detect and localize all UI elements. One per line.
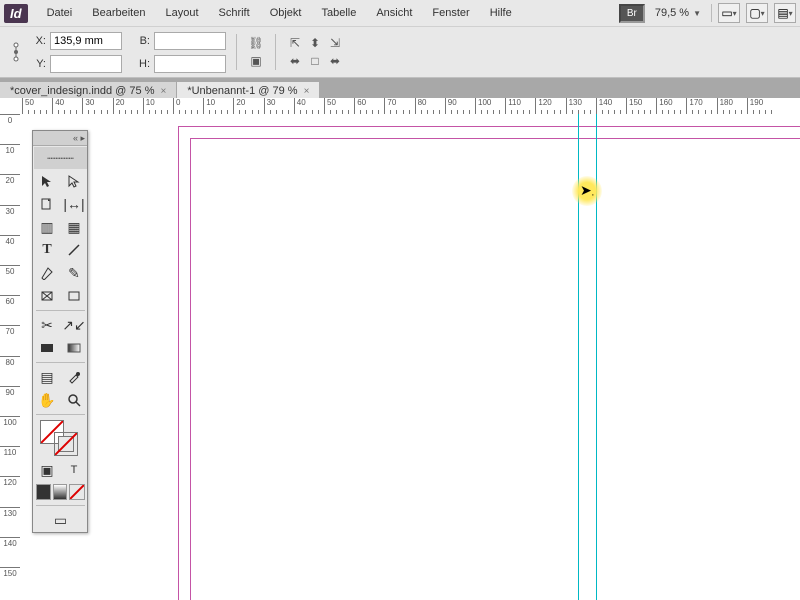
color-mode-row	[34, 482, 87, 502]
line-tool-icon[interactable]	[61, 239, 87, 261]
constrain-proportions-icon[interactable]: ⛓	[247, 35, 265, 51]
h-label: H:	[132, 58, 152, 70]
arrange-documents-icon[interactable]: ▤▾	[774, 3, 796, 23]
menu-schrift[interactable]: Schrift	[210, 3, 259, 23]
apply-color-icon[interactable]	[36, 484, 51, 500]
hand-tool-icon[interactable]: ✋	[34, 389, 60, 411]
horizontal-ruler[interactable]: 5040302010010203040506070809010011012013…	[20, 98, 800, 115]
frame-fit-options-icon[interactable]: ▣	[247, 53, 265, 69]
document-tabs: *cover_indesign.indd @ 75 % × *Unbenannt…	[0, 78, 800, 100]
menu-ansicht[interactable]: Ansicht	[367, 3, 421, 23]
reference-point-icon[interactable]	[8, 40, 24, 64]
align-panel-icon-5[interactable]: □	[306, 53, 324, 69]
formatting-text-icon[interactable]: T	[61, 459, 87, 481]
toolbox: « ▸ ┈┈┈┈ |↔| ▥ ▦ T ✎ ✂ ↗↙ ▤ ✋ ▣ T	[32, 130, 88, 533]
note-tool-icon[interactable]: ▤	[34, 366, 60, 388]
gradient-swatch-tool-icon[interactable]	[34, 337, 60, 359]
free-transform-tool-icon[interactable]: ↗↙	[61, 314, 87, 336]
zoom-tool-icon[interactable]	[61, 389, 87, 411]
tab-label: *cover_indesign.indd @ 75 %	[10, 85, 154, 97]
pen-tool-icon[interactable]	[34, 262, 60, 284]
tab-label: *Unbenannt-1 @ 79 %	[187, 85, 297, 97]
chevron-down-icon: ▼	[693, 9, 701, 18]
close-icon[interactable]: ×	[160, 86, 166, 97]
zoom-dropdown[interactable]: 79,5 % ▼	[651, 5, 705, 21]
view-options-icon[interactable]: ▭▾	[718, 3, 740, 23]
w-input[interactable]	[154, 32, 226, 50]
canvas-area[interactable]: ➤,	[20, 114, 800, 600]
rectangle-frame-tool-icon[interactable]	[34, 285, 60, 307]
align-panel-icon-2[interactable]: ⬍	[306, 35, 324, 51]
menu-bearbeiten[interactable]: Bearbeiten	[83, 3, 154, 23]
close-icon[interactable]: ×	[304, 86, 310, 97]
ruler-origin[interactable]	[0, 98, 21, 115]
apply-none-icon[interactable]	[69, 484, 85, 500]
apply-gradient-icon[interactable]	[53, 484, 68, 500]
bridge-button[interactable]: Br	[619, 4, 645, 23]
scissors-tool-icon[interactable]: ✂	[34, 314, 60, 336]
w-label: B:	[132, 35, 152, 47]
toolbox-grip[interactable]: ┈┈┈┈	[34, 147, 87, 169]
page-inner-margin-guide	[190, 138, 800, 600]
menu-layout[interactable]: Layout	[156, 3, 207, 23]
pencil-tool-icon[interactable]: ✎	[61, 262, 87, 284]
menu-tabelle[interactable]: Tabelle	[312, 3, 365, 23]
control-bar: X: Y: B: H: ⛓ ▣ ⇱ ⬍ ⇲ ⬌ □ ⬌	[0, 26, 800, 78]
content-placer-tool-icon[interactable]: ▦	[61, 216, 87, 238]
direct-selection-tool-icon[interactable]	[61, 170, 87, 192]
vertical-ruler[interactable]: 0102030405060708090100110120130140150	[0, 114, 21, 600]
app-badge: Id	[4, 4, 28, 23]
view-mode-icon[interactable]: ▭	[34, 509, 87, 531]
mouse-highlight	[572, 176, 602, 206]
eyedropper-tool-icon[interactable]	[61, 366, 87, 388]
x-input[interactable]	[50, 32, 122, 50]
gap-tool-icon[interactable]: |↔|	[61, 193, 87, 215]
align-panel-icon-6[interactable]: ⬌	[326, 53, 344, 69]
content-collector-tool-icon[interactable]: ▥	[34, 216, 60, 238]
page-tool-icon[interactable]	[34, 193, 60, 215]
fill-stroke-swatch[interactable]	[34, 418, 87, 458]
selection-tool-icon[interactable]	[34, 170, 60, 192]
formatting-container-icon[interactable]: ▣	[34, 459, 60, 481]
y-label: Y:	[28, 58, 48, 70]
menu-fenster[interactable]: Fenster	[423, 3, 478, 23]
menu-hilfe[interactable]: Hilfe	[481, 3, 521, 23]
toolbox-header[interactable]: « ▸	[33, 131, 87, 146]
h-input[interactable]	[154, 55, 226, 73]
menubar: Id Datei Bearbeiten Layout Schrift Objek…	[0, 0, 800, 26]
type-tool-icon[interactable]: T	[34, 239, 60, 261]
rectangle-tool-icon[interactable]	[61, 285, 87, 307]
align-panel-icon-4[interactable]: ⬌	[286, 53, 304, 69]
menu-objekt[interactable]: Objekt	[261, 3, 311, 23]
gradient-feather-tool-icon[interactable]	[61, 337, 87, 359]
align-panel-icon-1[interactable]: ⇱	[286, 35, 304, 51]
screen-mode-icon[interactable]: ▢▾	[746, 3, 768, 23]
zoom-value: 79,5 %	[655, 7, 689, 19]
y-input[interactable]	[50, 55, 122, 73]
x-label: X:	[28, 35, 48, 47]
menu-datei[interactable]: Datei	[38, 3, 82, 23]
align-panel-icon-3[interactable]: ⇲	[326, 35, 344, 51]
